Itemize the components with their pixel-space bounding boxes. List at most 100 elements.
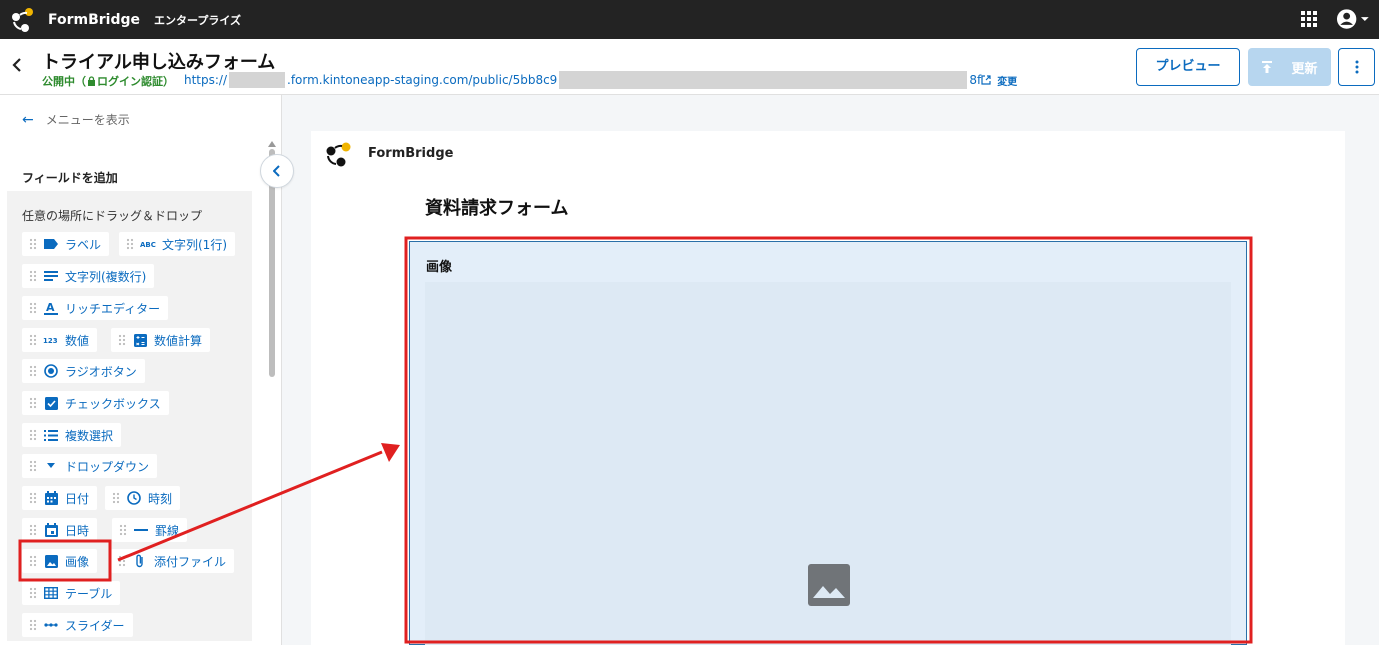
abc-icon: ABC (140, 237, 156, 251)
drag-handle-icon[interactable] (26, 428, 40, 442)
redacted-subdomain (229, 72, 286, 88)
field-chip-horizontal-rule[interactable]: 罫線 (112, 518, 188, 542)
scroll-up-icon[interactable] (268, 141, 276, 147)
more-options-button[interactable] (1338, 48, 1375, 86)
svg-text:ABC: ABC (140, 241, 156, 248)
drag-hint: 任意の場所にドラッグ＆ドロップ (22, 209, 203, 223)
field-chip-dropdown[interactable]: ドロップダウン (22, 454, 158, 478)
field-chip-label: チェックボックス (65, 396, 161, 411)
drag-handle-icon[interactable] (26, 301, 40, 315)
calendar-event-icon (43, 523, 59, 537)
external-link-icon[interactable] (981, 75, 991, 85)
collapse-sidebar-button[interactable] (260, 154, 294, 188)
image-field[interactable]: 画像 (409, 241, 1247, 645)
drag-handle-icon[interactable] (26, 237, 40, 251)
drag-handle-icon[interactable] (26, 396, 40, 410)
url-prefix: https:// (184, 73, 228, 87)
change-url-link[interactable]: 変更 (997, 73, 1017, 88)
lock-icon (88, 76, 95, 86)
public-url[interactable]: https:// .form.kintoneapp-staging.com/pu… (184, 71, 1017, 89)
field-chip-label: 日付 (65, 491, 90, 506)
drag-handle-icon[interactable] (26, 554, 40, 568)
field-chip-abc[interactable]: ABC 文字列(1行) (119, 232, 235, 256)
drag-handle-icon[interactable] (26, 459, 40, 473)
field-chip-label: 数値計算 (154, 333, 203, 348)
field-chip-label: 添付ファイル (154, 554, 227, 569)
field-chip-slider[interactable]: スライダー (22, 613, 133, 637)
drag-handle-icon[interactable] (26, 269, 40, 283)
field-chip-text-format[interactable]: A リッチエディター (22, 296, 169, 320)
text-format-icon: A (43, 301, 59, 315)
drag-handle-icon[interactable] (123, 237, 137, 251)
checkbox-icon (43, 396, 59, 410)
app-edition: エンタープライズ (154, 13, 242, 27)
drag-handle-icon[interactable] (26, 618, 40, 632)
field-sidebar: ← メニューを表示 フィールドを追加 任意の場所にドラッグ＆ドロップ ラベル AB… (0, 95, 282, 645)
canvas-form-title[interactable]: 資料請求フォーム (425, 194, 568, 220)
publish-status: 公開中（ ログイン認証） (42, 73, 174, 89)
clock-icon (126, 491, 142, 505)
number-icon: 123 (43, 333, 59, 347)
field-chip-calendar[interactable]: 日付 (22, 486, 98, 510)
svg-text:123: 123 (43, 337, 58, 344)
drag-handle-icon[interactable] (116, 523, 130, 537)
field-chip-checkbox[interactable]: チェックボックス (22, 391, 169, 415)
vertical-dots-icon (1355, 60, 1358, 74)
drag-handle-icon[interactable] (115, 333, 129, 347)
image-drop-area[interactable] (425, 282, 1231, 645)
list-icon (43, 428, 59, 442)
arrow-left-icon: ← (22, 111, 34, 128)
svg-text:A: A (46, 301, 55, 314)
account-icon (1336, 9, 1357, 29)
app-brand: FormBridge (48, 11, 141, 28)
paperclip-icon (132, 554, 148, 568)
preview-button[interactable]: プレビュー (1136, 48, 1240, 86)
calculator-icon (132, 333, 148, 347)
field-chip-label[interactable]: ラベル (22, 232, 110, 256)
field-chip-image[interactable]: 画像 (22, 549, 98, 573)
field-chip-calculator[interactable]: 数値計算 (111, 328, 211, 352)
field-chip-label: 日時 (65, 523, 90, 538)
image-placeholder-icon (808, 564, 850, 606)
field-chip-label: ラベル (65, 237, 102, 252)
horizontal-rule-icon (133, 523, 149, 537)
drag-handle-icon[interactable] (26, 364, 40, 378)
drag-handle-icon[interactable] (26, 491, 40, 505)
drag-handle-icon[interactable] (26, 333, 40, 347)
field-chip-label: ラジオボタン (65, 364, 137, 379)
show-menu-link[interactable]: ← メニューを表示 (22, 111, 130, 128)
form-canvas: FormBridge 資料請求フォーム 画像 (311, 131, 1345, 645)
form-header: トライアル申し込みフォーム 公開中（ ログイン認証） https:// .for… (0, 39, 1379, 95)
url-middle: .form.kintoneapp-staging.com/public/5bb8… (287, 73, 558, 87)
field-chip-label: 時刻 (148, 491, 173, 506)
field-chip-label: 文字列(複数行) (65, 269, 147, 284)
caret-down-icon (1361, 17, 1370, 21)
field-chip-list[interactable]: 複数選択 (22, 423, 122, 447)
drag-handle-icon[interactable] (26, 586, 40, 600)
image-icon (43, 554, 59, 568)
drag-handle-icon[interactable] (115, 554, 129, 568)
account-menu[interactable] (1336, 8, 1370, 30)
dropdown-icon (43, 459, 59, 473)
slider-icon (43, 618, 59, 632)
drag-handle-icon[interactable] (26, 523, 40, 537)
field-chip-label: ドロップダウン (65, 459, 150, 474)
field-chip-table[interactable]: テーブル (22, 581, 121, 605)
field-chip-clock[interactable]: 時刻 (105, 486, 181, 510)
top-bar: FormBridge エンタープライズ (0, 0, 1379, 39)
field-chip-lines[interactable]: 文字列(複数行) (22, 264, 155, 288)
redacted-path (559, 71, 968, 89)
upload-icon (1262, 61, 1273, 73)
field-chip-radio[interactable]: ラジオボタン (22, 359, 145, 383)
back-arrow-icon[interactable] (8, 57, 26, 77)
drag-handle-icon[interactable] (109, 491, 123, 505)
apps-grid-icon[interactable] (1300, 10, 1318, 28)
field-chip-label: 罫線 (155, 523, 180, 538)
field-chip-label: スライダー (65, 618, 125, 633)
field-chip-paperclip[interactable]: 添付ファイル (111, 549, 235, 573)
update-button[interactable]: 更新 (1248, 48, 1331, 86)
field-palette: 任意の場所にドラッグ＆ドロップ ラベル ABC 文字列(1行) 文字列(複数行) A リッ… (7, 191, 252, 641)
field-chip-number[interactable]: 123 数値 (22, 328, 98, 352)
field-chip-calendar-event[interactable]: 日時 (22, 518, 98, 542)
image-field-label: 画像 (426, 260, 453, 275)
